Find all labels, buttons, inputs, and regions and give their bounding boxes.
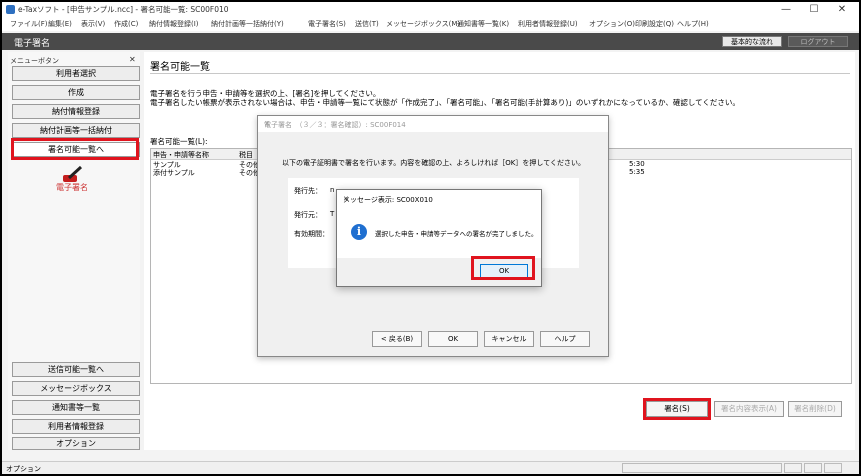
- sign-dialog-titlebar: 電子署名 （３／３：署名確認）: SC00F014 ✕: [258, 116, 608, 132]
- column-header-name[interactable]: 申告・申請等名称: [153, 150, 209, 160]
- menu-signature[interactable]: 電子署名(S): [308, 19, 346, 29]
- sidebar: メニューボタン ✕ 利用者選択 作成 納付情報登録 納付計画等一括納付 署名可能…: [8, 52, 140, 450]
- maximize-button[interactable]: ☐: [800, 2, 828, 18]
- message-dialog: メッセージ表示: SC00X010 ✕ i 選択した申告・申請等データへの署名が…: [336, 189, 542, 287]
- menu-file[interactable]: ファイル(F): [10, 19, 48, 29]
- menu-print-settings[interactable]: 印刷設定(Q): [635, 19, 674, 29]
- sidebar-item-messagebox[interactable]: メッセージボックス: [12, 381, 140, 396]
- menu-help[interactable]: ヘルプ(H): [677, 19, 709, 29]
- menu-send[interactable]: 送信(T): [355, 19, 379, 29]
- status-bar: オプション: [2, 461, 859, 474]
- sign-delete-button[interactable]: 署名削除(D): [788, 401, 842, 417]
- message-dialog-titlebar: メッセージ表示: SC00X010 ✕: [337, 190, 541, 208]
- app-window: e-Taxソフト - [申告サンプル.ncc] - 署名可能一覧: SC00F0…: [2, 2, 859, 474]
- status-segment: [784, 463, 802, 473]
- window-title: e-Taxソフト - [申告サンプル.ncc] - 署名可能一覧: SC00F0…: [18, 5, 229, 14]
- column-header-tax[interactable]: 税目: [239, 150, 253, 160]
- menu-bar: ファイル(F) 編集(E) 表示(V) 作成(C) 納付情報登録(I) 納付計画…: [2, 18, 859, 31]
- sign-button[interactable]: 署名(S): [646, 401, 708, 417]
- standard-flow-button[interactable]: 基本的な流れ: [722, 36, 782, 47]
- sidebar-item-user-select[interactable]: 利用者選択: [12, 66, 140, 81]
- issued-by-label: 発行元：: [294, 211, 322, 219]
- issued-to-value: n: [330, 186, 335, 194]
- cancel-button[interactable]: キャンセル: [484, 331, 534, 347]
- row-1-time: 5:30: [629, 160, 645, 168]
- back-button[interactable]: < 戻る(B): [372, 331, 422, 347]
- menu-create[interactable]: 作成(C): [114, 19, 138, 29]
- status-segment: [622, 463, 782, 473]
- validity-label: 有効期間：: [294, 230, 329, 238]
- message-ok-button[interactable]: OK: [480, 264, 528, 278]
- sidebar-item-payment-plan[interactable]: 納付計画等一括納付: [12, 123, 140, 138]
- app-icon: [6, 5, 15, 14]
- issued-to-label: 発行先：: [294, 187, 322, 195]
- status-segment: [824, 463, 842, 473]
- sidebar-caption: メニューボタン: [10, 57, 59, 65]
- menu-payment-plan[interactable]: 納付計画等一括納付(Y): [211, 19, 284, 29]
- message-text: 選択した申告・申請等データへの署名が完了しました。: [375, 230, 538, 238]
- info-icon: i: [351, 224, 367, 240]
- help-button[interactable]: ヘルプ: [540, 331, 590, 347]
- menu-notices[interactable]: 通知書等一覧(K): [457, 19, 509, 29]
- sign-contents-button[interactable]: 署名内容表示(A): [714, 401, 784, 417]
- sidebar-item-notices[interactable]: 通知書等一覧: [12, 400, 140, 415]
- sidebar-item-send-list[interactable]: 送信可能一覧へ: [12, 362, 140, 377]
- menu-payment-info[interactable]: 納付情報登録(I): [149, 19, 199, 29]
- close-icon[interactable]: ✕: [264, 120, 602, 128]
- sign-ok-button[interactable]: OK: [428, 331, 478, 347]
- close-window-button[interactable]: ✕: [828, 2, 856, 18]
- logout-button[interactable]: ログアウト: [788, 36, 848, 47]
- menu-user-info[interactable]: 利用者情報登録(U): [518, 19, 578, 29]
- row-2-time: 5:35: [629, 168, 645, 176]
- section-header: 電子署名 基本的な流れ ログアウト: [2, 33, 859, 50]
- row-2-name[interactable]: 添付サンプル: [153, 168, 195, 178]
- close-icon[interactable]: ✕: [343, 195, 533, 203]
- issued-by-value: T: [330, 210, 335, 218]
- list-label: 署名可能一覧(L):: [150, 137, 208, 146]
- sidebar-item-signable-list[interactable]: 署名可能一覧へ: [12, 142, 140, 157]
- instruction-line-2: 電子署名したい帳票が表示されない場合は、申告・申請等一覧にて状態が「作成完了」、…: [150, 98, 740, 107]
- title-bar: e-Taxソフト - [申告サンプル.ncc] - 署名可能一覧: SC00F0…: [2, 2, 859, 18]
- sidebar-item-payment-info[interactable]: 納付情報登録: [12, 104, 140, 119]
- active-label: 電子署名: [56, 183, 88, 192]
- page-title: 署名可能一覧: [150, 62, 210, 73]
- menu-options[interactable]: オプション(O): [589, 19, 635, 29]
- menu-edit[interactable]: 編集(E): [48, 19, 72, 29]
- section-title: 電子署名: [14, 39, 51, 49]
- sidebar-close-icon[interactable]: ✕: [129, 55, 136, 64]
- sign-dialog-message: 以下の電子証明書で署名を行います。内容を確認の上、よろしければ［OK］を押してく…: [282, 159, 585, 167]
- sidebar-item-user-info[interactable]: 利用者情報登録: [12, 419, 140, 434]
- sidebar-item-create[interactable]: 作成: [12, 85, 140, 100]
- status-text: オプション: [6, 465, 41, 473]
- minimize-button[interactable]: —: [772, 2, 800, 18]
- title-divider: [150, 73, 850, 74]
- sidebar-item-options[interactable]: オプション: [12, 437, 140, 450]
- menu-view[interactable]: 表示(V): [81, 19, 105, 29]
- menu-messagebox[interactable]: メッセージボックス(M): [386, 19, 460, 29]
- status-segment: [804, 463, 822, 473]
